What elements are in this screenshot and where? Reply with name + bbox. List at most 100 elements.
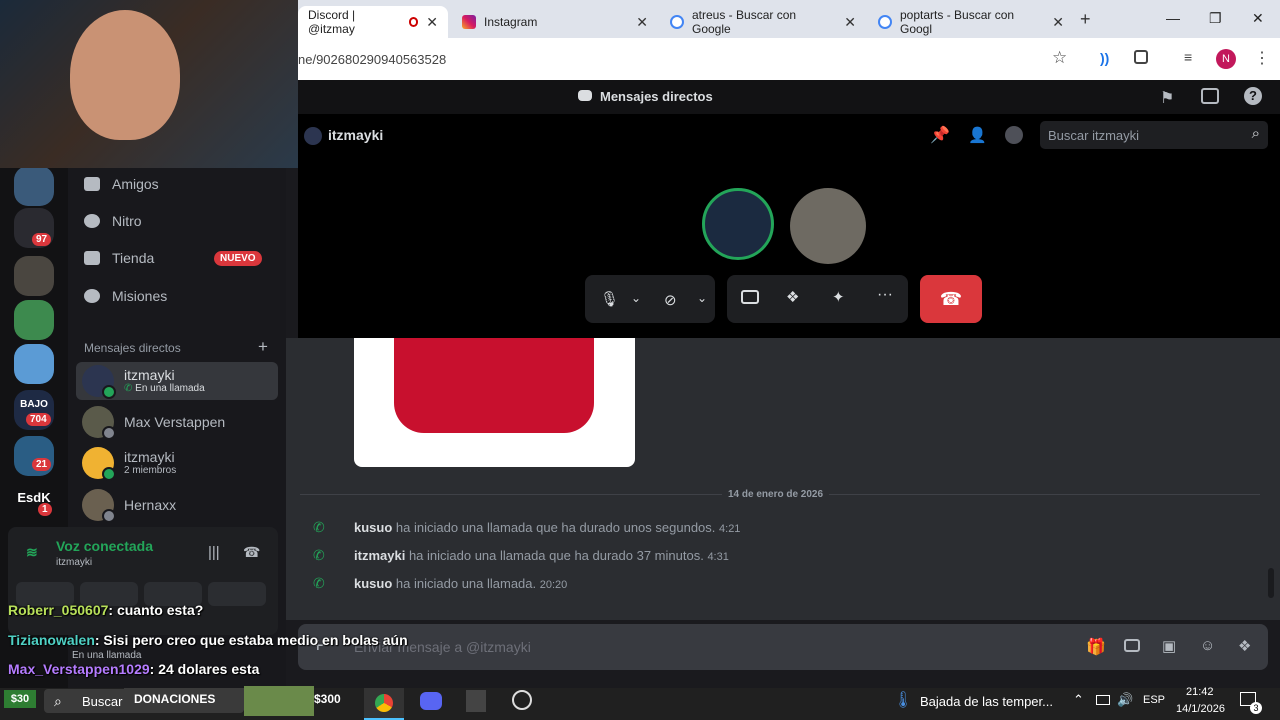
sticker-icon[interactable]: ▣ xyxy=(1162,637,1176,655)
weather-icon: 🌡 xyxy=(893,692,914,709)
message-user[interactable]: kusuo xyxy=(354,520,392,535)
message-composer[interactable]: + Enviar mensaje a @itzmayki 🎁 ▣ ☺ ❖ xyxy=(298,624,1268,670)
network-icon[interactable] xyxy=(1096,695,1110,705)
nav-label: Tienda xyxy=(112,250,155,266)
system-message: itzmayki ha iniciado una llamada que ha … xyxy=(354,548,729,563)
tab-label: Instagram xyxy=(484,15,538,29)
nav-nitro[interactable]: Nitro xyxy=(84,213,142,229)
message-user[interactable]: itzmayki xyxy=(354,548,405,563)
media-control-icon[interactable]: ≡ xyxy=(1184,49,1192,65)
gift-icon[interactable]: 🎁 xyxy=(1086,637,1106,657)
nav-shop[interactable]: Tienda xyxy=(84,250,154,266)
activities-icon[interactable]: ❖ xyxy=(786,288,799,306)
close-window-icon[interactable]: ✕ xyxy=(1252,10,1264,27)
overlay-text: : Sisi pero creo que estaba medio en bol… xyxy=(94,632,408,648)
dm-item-hernaxx[interactable]: Hernaxx xyxy=(76,486,278,524)
chevron-down-icon[interactable]: ⌄ xyxy=(697,291,707,305)
minimize-icon[interactable]: — xyxy=(1166,10,1180,26)
noise-suppression-icon[interactable]: ||| xyxy=(208,544,220,561)
tab-google-poptarts[interactable]: poptarts - Buscar con Googl ✕ xyxy=(868,6,1074,38)
emoji-icon[interactable]: ☺ xyxy=(1200,637,1215,654)
more-options-icon[interactable]: ··· xyxy=(877,286,893,304)
google-icon xyxy=(878,15,892,29)
tab-label: atreus - Buscar con Google xyxy=(692,8,797,36)
tab-instagram[interactable]: Instagram ✕ xyxy=(452,6,658,38)
profile-icon[interactable] xyxy=(1005,126,1023,144)
tab-discord[interactable]: Discord | @itzmay ✕ xyxy=(298,6,448,38)
dm-name: itzmayki xyxy=(124,449,175,465)
dm-section-header: Mensajes directos xyxy=(84,341,181,355)
nav-friends[interactable]: Amigos xyxy=(84,176,159,192)
avatar xyxy=(82,489,116,523)
close-tab-icon[interactable]: ✕ xyxy=(426,14,438,31)
gif-icon[interactable] xyxy=(1124,639,1140,652)
soundboard-icon[interactable]: ✦ xyxy=(832,288,845,306)
signal-icon[interactable]: ≋ xyxy=(26,544,38,561)
flag-icon[interactable]: ⚑ xyxy=(1160,88,1174,108)
voice-channel[interactable]: itzmayki xyxy=(56,557,92,568)
overlay-chat-line: Tizianowalen: Sisi pero creo que estaba … xyxy=(8,632,408,648)
message-user[interactable]: kusuo xyxy=(354,576,392,591)
overlay-text: : cuanto esta? xyxy=(108,602,204,618)
server-icon[interactable] xyxy=(14,436,54,476)
close-tab-icon[interactable]: ✕ xyxy=(636,14,648,31)
discord-taskbar-icon[interactable] xyxy=(420,692,442,710)
restore-icon[interactable]: ❐ xyxy=(1209,10,1222,27)
overlay-username: Roberr_050607 xyxy=(8,602,109,618)
clock-date[interactable]: 14/1/2026 xyxy=(1176,703,1225,715)
avatar xyxy=(82,406,116,440)
microphone-icon[interactable]: 🎙 xyxy=(600,290,619,308)
close-tab-icon[interactable]: ✕ xyxy=(844,14,856,31)
apps-icon[interactable]: ❖ xyxy=(1238,637,1251,655)
dm-item-max-verstappen[interactable]: Max Verstappen xyxy=(76,403,278,441)
epic-games-icon[interactable] xyxy=(466,690,486,712)
server-icon[interactable] xyxy=(14,300,54,340)
dm-item-group[interactable]: itzmayki 2 miembros xyxy=(76,444,278,482)
weather-text[interactable]: Bajada de las temper... xyxy=(920,694,1053,709)
inbox-icon[interactable] xyxy=(1201,88,1219,104)
browser-menu-icon[interactable]: ⋮ xyxy=(1254,48,1270,68)
chat-scrollbar[interactable] xyxy=(1268,568,1274,598)
camera-off-icon[interactable]: ⊘ xyxy=(664,291,677,309)
dm-item-itzmayki[interactable]: itzmayki ✆ En una llamada xyxy=(76,362,278,400)
screenshare-icon[interactable] xyxy=(741,290,759,304)
new-tab-icon[interactable]: + xyxy=(1080,9,1091,30)
clock-time[interactable]: 21:42 xyxy=(1186,686,1214,698)
soundboard-button[interactable] xyxy=(208,582,266,606)
quests-icon xyxy=(84,289,100,303)
donation-amount: $300 xyxy=(314,692,341,706)
group-avatar xyxy=(82,447,116,481)
nav-quests[interactable]: Misiones xyxy=(84,288,167,304)
search-input[interactable]: Buscar itzmayki ⌕ xyxy=(1040,121,1268,149)
volume-icon[interactable]: 🔊 xyxy=(1117,692,1133,708)
participant-avatar-speaking[interactable] xyxy=(702,188,774,260)
profile-avatar[interactable]: N xyxy=(1216,49,1236,69)
disconnect-icon[interactable]: ☎ xyxy=(243,544,260,561)
close-tab-icon[interactable]: ✕ xyxy=(1052,14,1064,31)
pin-icon[interactable]: 📌 xyxy=(930,125,950,145)
url-text[interactable]: ne/902680290940563528 xyxy=(298,52,446,67)
end-call-button[interactable]: ☎ xyxy=(920,275,982,323)
obs-icon[interactable] xyxy=(512,690,532,710)
language-indicator[interactable]: ESP xyxy=(1143,694,1165,706)
server-icon[interactable] xyxy=(14,256,54,296)
server-icon[interactable] xyxy=(14,344,54,384)
image-attachment[interactable] xyxy=(354,338,635,467)
search-placeholder: Buscar itzmayki xyxy=(1048,128,1140,143)
help-icon[interactable]: ? xyxy=(1244,87,1262,105)
create-dm-icon[interactable]: + xyxy=(258,337,268,357)
chevron-down-icon[interactable]: ⌄ xyxy=(631,291,641,305)
server-icon[interactable] xyxy=(14,166,54,206)
message-time: 4:31 xyxy=(707,551,729,563)
tray-chevron-icon[interactable]: ⌃ xyxy=(1073,692,1084,708)
notification-count: 3 xyxy=(1250,702,1262,714)
chrome-taskbar-button[interactable] xyxy=(364,688,404,720)
dm-status: 2 miembros xyxy=(124,465,177,476)
nav-label: Amigos xyxy=(112,176,159,192)
add-friends-icon[interactable]: 👤 xyxy=(968,126,987,144)
extensions-icon[interactable] xyxy=(1134,50,1148,64)
tab-google-atreus[interactable]: atreus - Buscar con Google ✕ xyxy=(660,6,866,38)
participant-avatar[interactable] xyxy=(790,188,866,264)
bookmark-star-icon[interactable]: ☆ xyxy=(1052,48,1067,68)
cast-icon[interactable]: )) xyxy=(1100,50,1109,66)
